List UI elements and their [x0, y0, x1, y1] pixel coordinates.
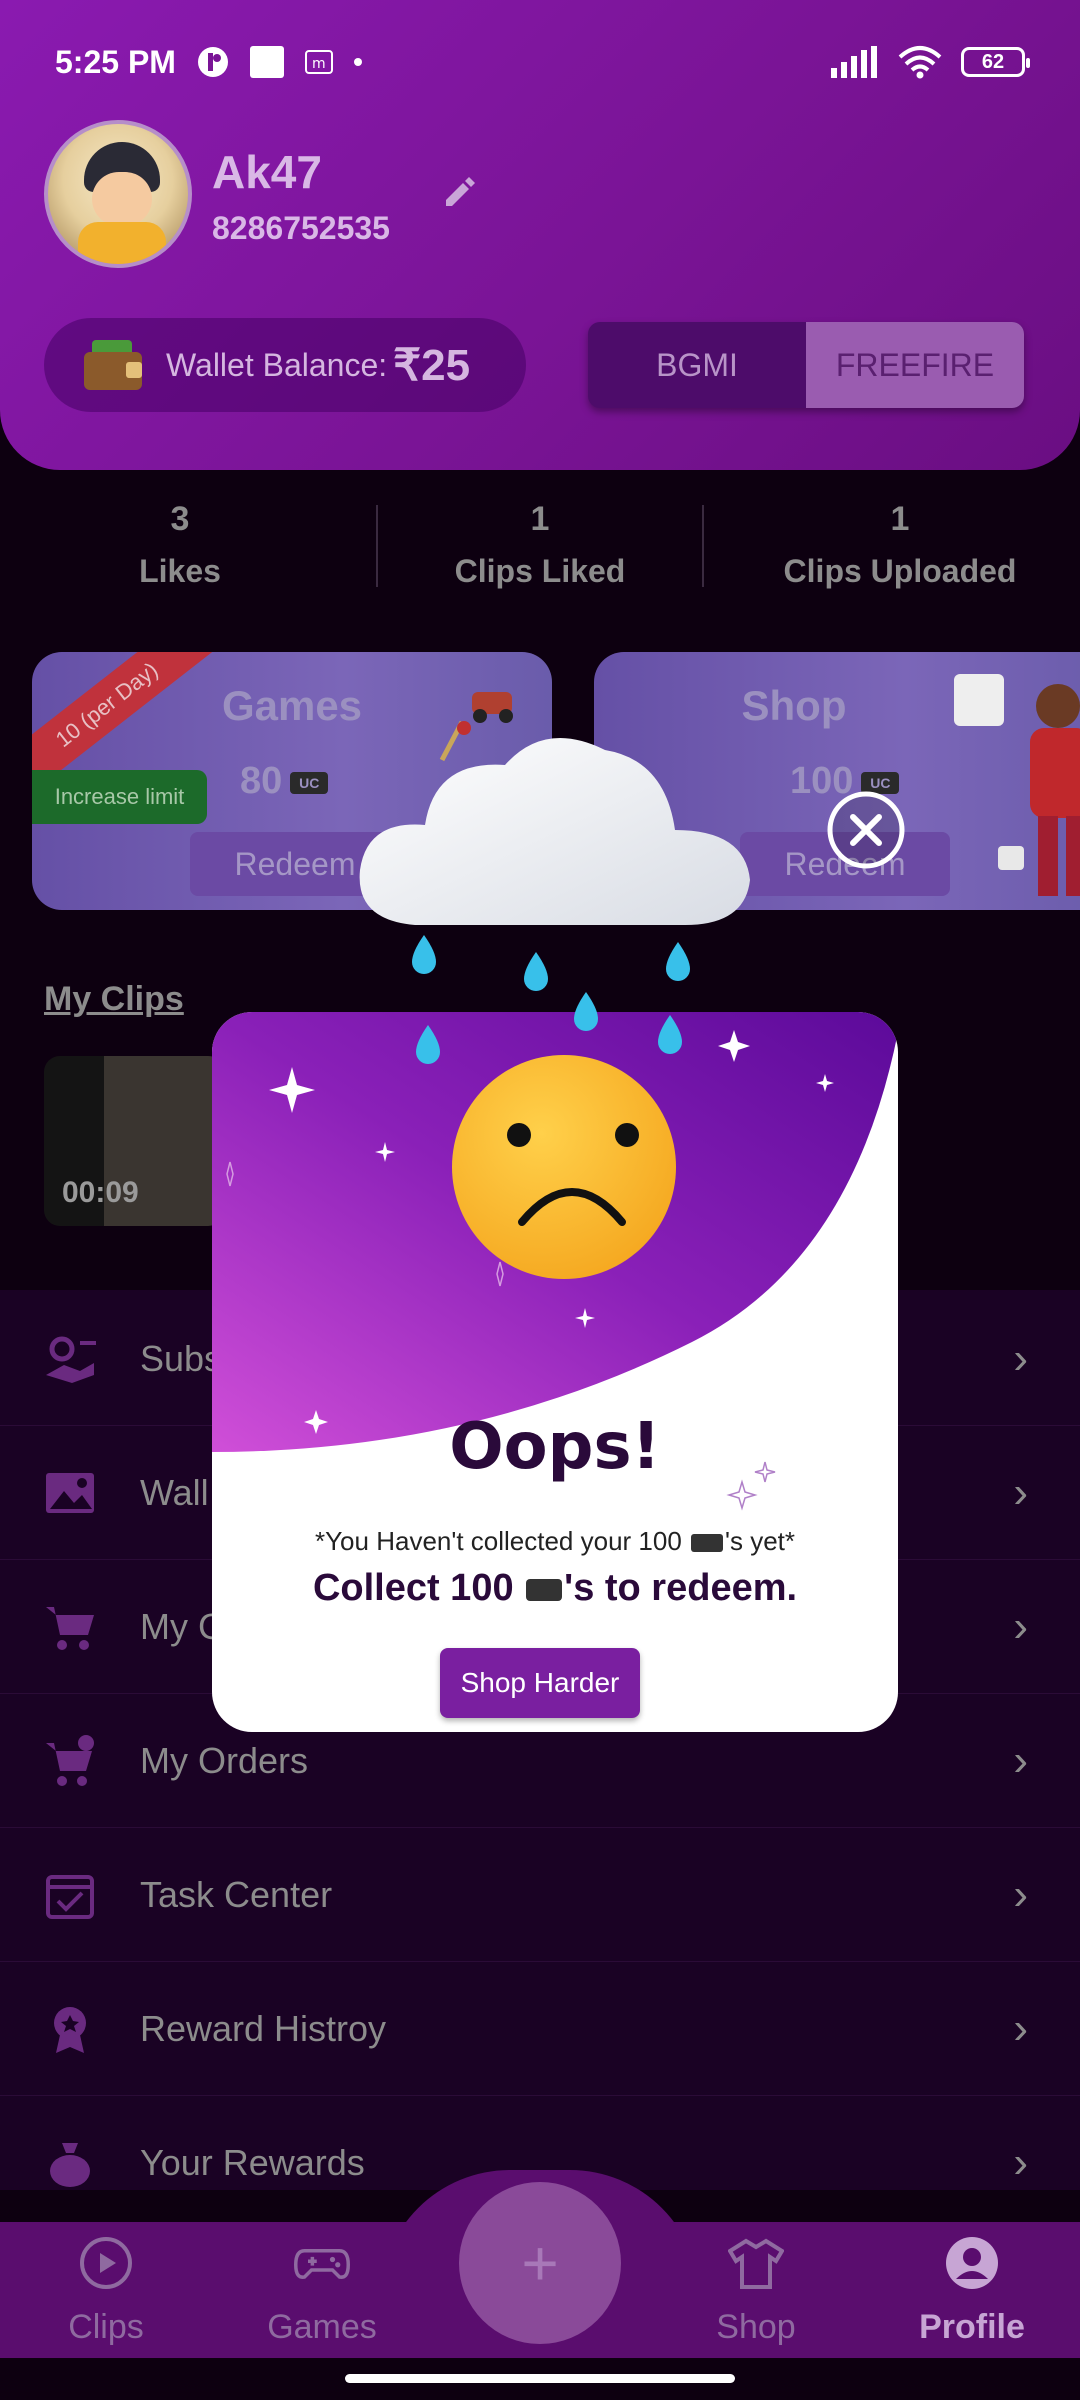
stats-row: 3 Likes 1 Clips Liked 1 Clips Uploaded — [0, 500, 1080, 600]
cart-icon — [46, 1606, 94, 1650]
games-points: 80 UC — [240, 760, 329, 803]
chevron-right-icon: › — [1013, 1735, 1028, 1785]
chevron-right-icon: › — [1013, 1333, 1028, 1383]
subscription-icon — [46, 1336, 96, 1383]
chevron-right-icon: › — [1013, 1869, 1028, 1919]
clip-duration: 00:09 — [62, 1176, 139, 1209]
stat-clips-liked: 1 Clips Liked — [454, 500, 626, 589]
uc-icon — [691, 1534, 724, 1553]
toggle-bgmi[interactable]: BGMI — [588, 322, 806, 408]
menu-item-reward-history[interactable]: Reward Histroy › — [0, 1962, 1080, 2096]
calendar-check-icon — [46, 1874, 94, 1919]
uc-icon: UC — [290, 771, 329, 794]
dialog-cta-text: Collect 100 's to redeem. — [312, 1567, 798, 1609]
chevron-right-icon: › — [1013, 1467, 1028, 1517]
stat-clips-uploaded: 1 Clips Uploaded — [783, 500, 1017, 589]
my-clips-title[interactable]: My Clips — [44, 980, 184, 1019]
menu-label: Wall — [140, 1471, 209, 1513]
clip-thumbnail[interactable]: 00:09 — [44, 1056, 224, 1226]
status-time: 5:25 PM — [55, 43, 176, 80]
wallpaper-icon — [46, 1472, 94, 1513]
chevron-right-icon: › — [1013, 2137, 1028, 2187]
wallet-icon — [84, 340, 142, 390]
game-toggle: BGMI FREEFIRE — [588, 322, 1024, 408]
dialog-message: *You Haven't collected your 100 's yet* — [314, 1526, 796, 1556]
profile-header: 5:25 PM m 62 Ak47 8286752535 Wallet Bala… — [0, 0, 1080, 470]
wallet-label: Wallet Balance: — [166, 346, 388, 383]
nav-label: Profile — [919, 2308, 1025, 2346]
wallet-balance[interactable]: Wallet Balance: ₹25 — [44, 318, 526, 412]
award-icon — [54, 2006, 86, 2053]
nav-profile[interactable]: Profile — [882, 2235, 1062, 2347]
stat-divider — [376, 505, 378, 587]
increase-limit-button[interactable]: Increase limit — [32, 770, 207, 824]
menu-label: My Orders — [140, 1739, 309, 1781]
svg-text:m: m — [312, 56, 326, 72]
mail-notification-icon: m — [304, 50, 333, 74]
stat-likes: 3 Likes — [139, 500, 221, 589]
nav-games[interactable]: Games — [232, 2235, 412, 2347]
edit-icon[interactable] — [438, 172, 478, 212]
close-icon[interactable] — [826, 790, 906, 870]
nav-label: Clips — [68, 2308, 144, 2346]
shopping-character-icon — [954, 674, 1080, 896]
status-bar: 5:25 PM m 62 — [55, 40, 1030, 84]
avatar[interactable] — [44, 120, 192, 268]
stat-divider — [702, 505, 704, 587]
menu-label: Subs — [140, 1337, 223, 1379]
play-icon — [80, 2237, 132, 2289]
phone-number: 8286752535 — [212, 210, 390, 246]
system-icons: 62 — [829, 45, 1030, 79]
menu-label: Task Center — [140, 1873, 333, 1915]
battery-icon: 62 — [961, 47, 1030, 77]
tshirt-icon — [727, 2238, 785, 2289]
signal-icon — [831, 46, 877, 78]
image-notification-icon — [249, 46, 284, 78]
orders-icon — [46, 1734, 94, 1786]
menu-item-task-center[interactable]: Task Center › — [0, 1828, 1080, 1962]
gamepad-icon — [293, 2249, 351, 2279]
profile-screen: 5:25 PM m 62 Ak47 8286752535 Wallet Bala… — [0, 0, 1080, 2400]
nav-label: Games — [267, 2308, 377, 2346]
rain-cloud-icon — [359, 738, 750, 925]
chevron-right-icon: › — [1013, 1601, 1028, 1651]
username: Ak47 — [212, 146, 322, 198]
more-dot-icon — [353, 58, 362, 66]
dialog-background — [212, 1012, 898, 1511]
chevron-right-icon: › — [1013, 2003, 1028, 2053]
nav-shop[interactable]: Shop — [666, 2235, 846, 2347]
menu-label: Reward Histroy — [140, 2007, 387, 2049]
wifi-icon — [898, 46, 942, 79]
home-indicator[interactable] — [345, 2374, 735, 2383]
menu-label: Your Rewards — [140, 2141, 365, 2183]
oops-dialog: Oops! *You Haven't collected your 100 's… — [212, 1012, 898, 1732]
nav-label: Shop — [716, 2308, 796, 2346]
nav-clips[interactable]: Clips — [16, 2235, 196, 2347]
add-clip-button[interactable]: + — [459, 2182, 621, 2344]
shop-harder-button[interactable]: Shop Harder — [440, 1648, 640, 1718]
toggle-freefire[interactable]: FREEFIRE — [806, 322, 1024, 408]
uc-icon — [526, 1578, 563, 1601]
wallet-amount: ₹25 — [393, 340, 471, 390]
user-icon — [946, 2237, 998, 2289]
dialog-title: Oops! — [449, 1410, 661, 1484]
money-bag-icon — [50, 2142, 90, 2187]
app-notification-icon — [197, 47, 228, 77]
notification-icons: m — [196, 45, 362, 79]
